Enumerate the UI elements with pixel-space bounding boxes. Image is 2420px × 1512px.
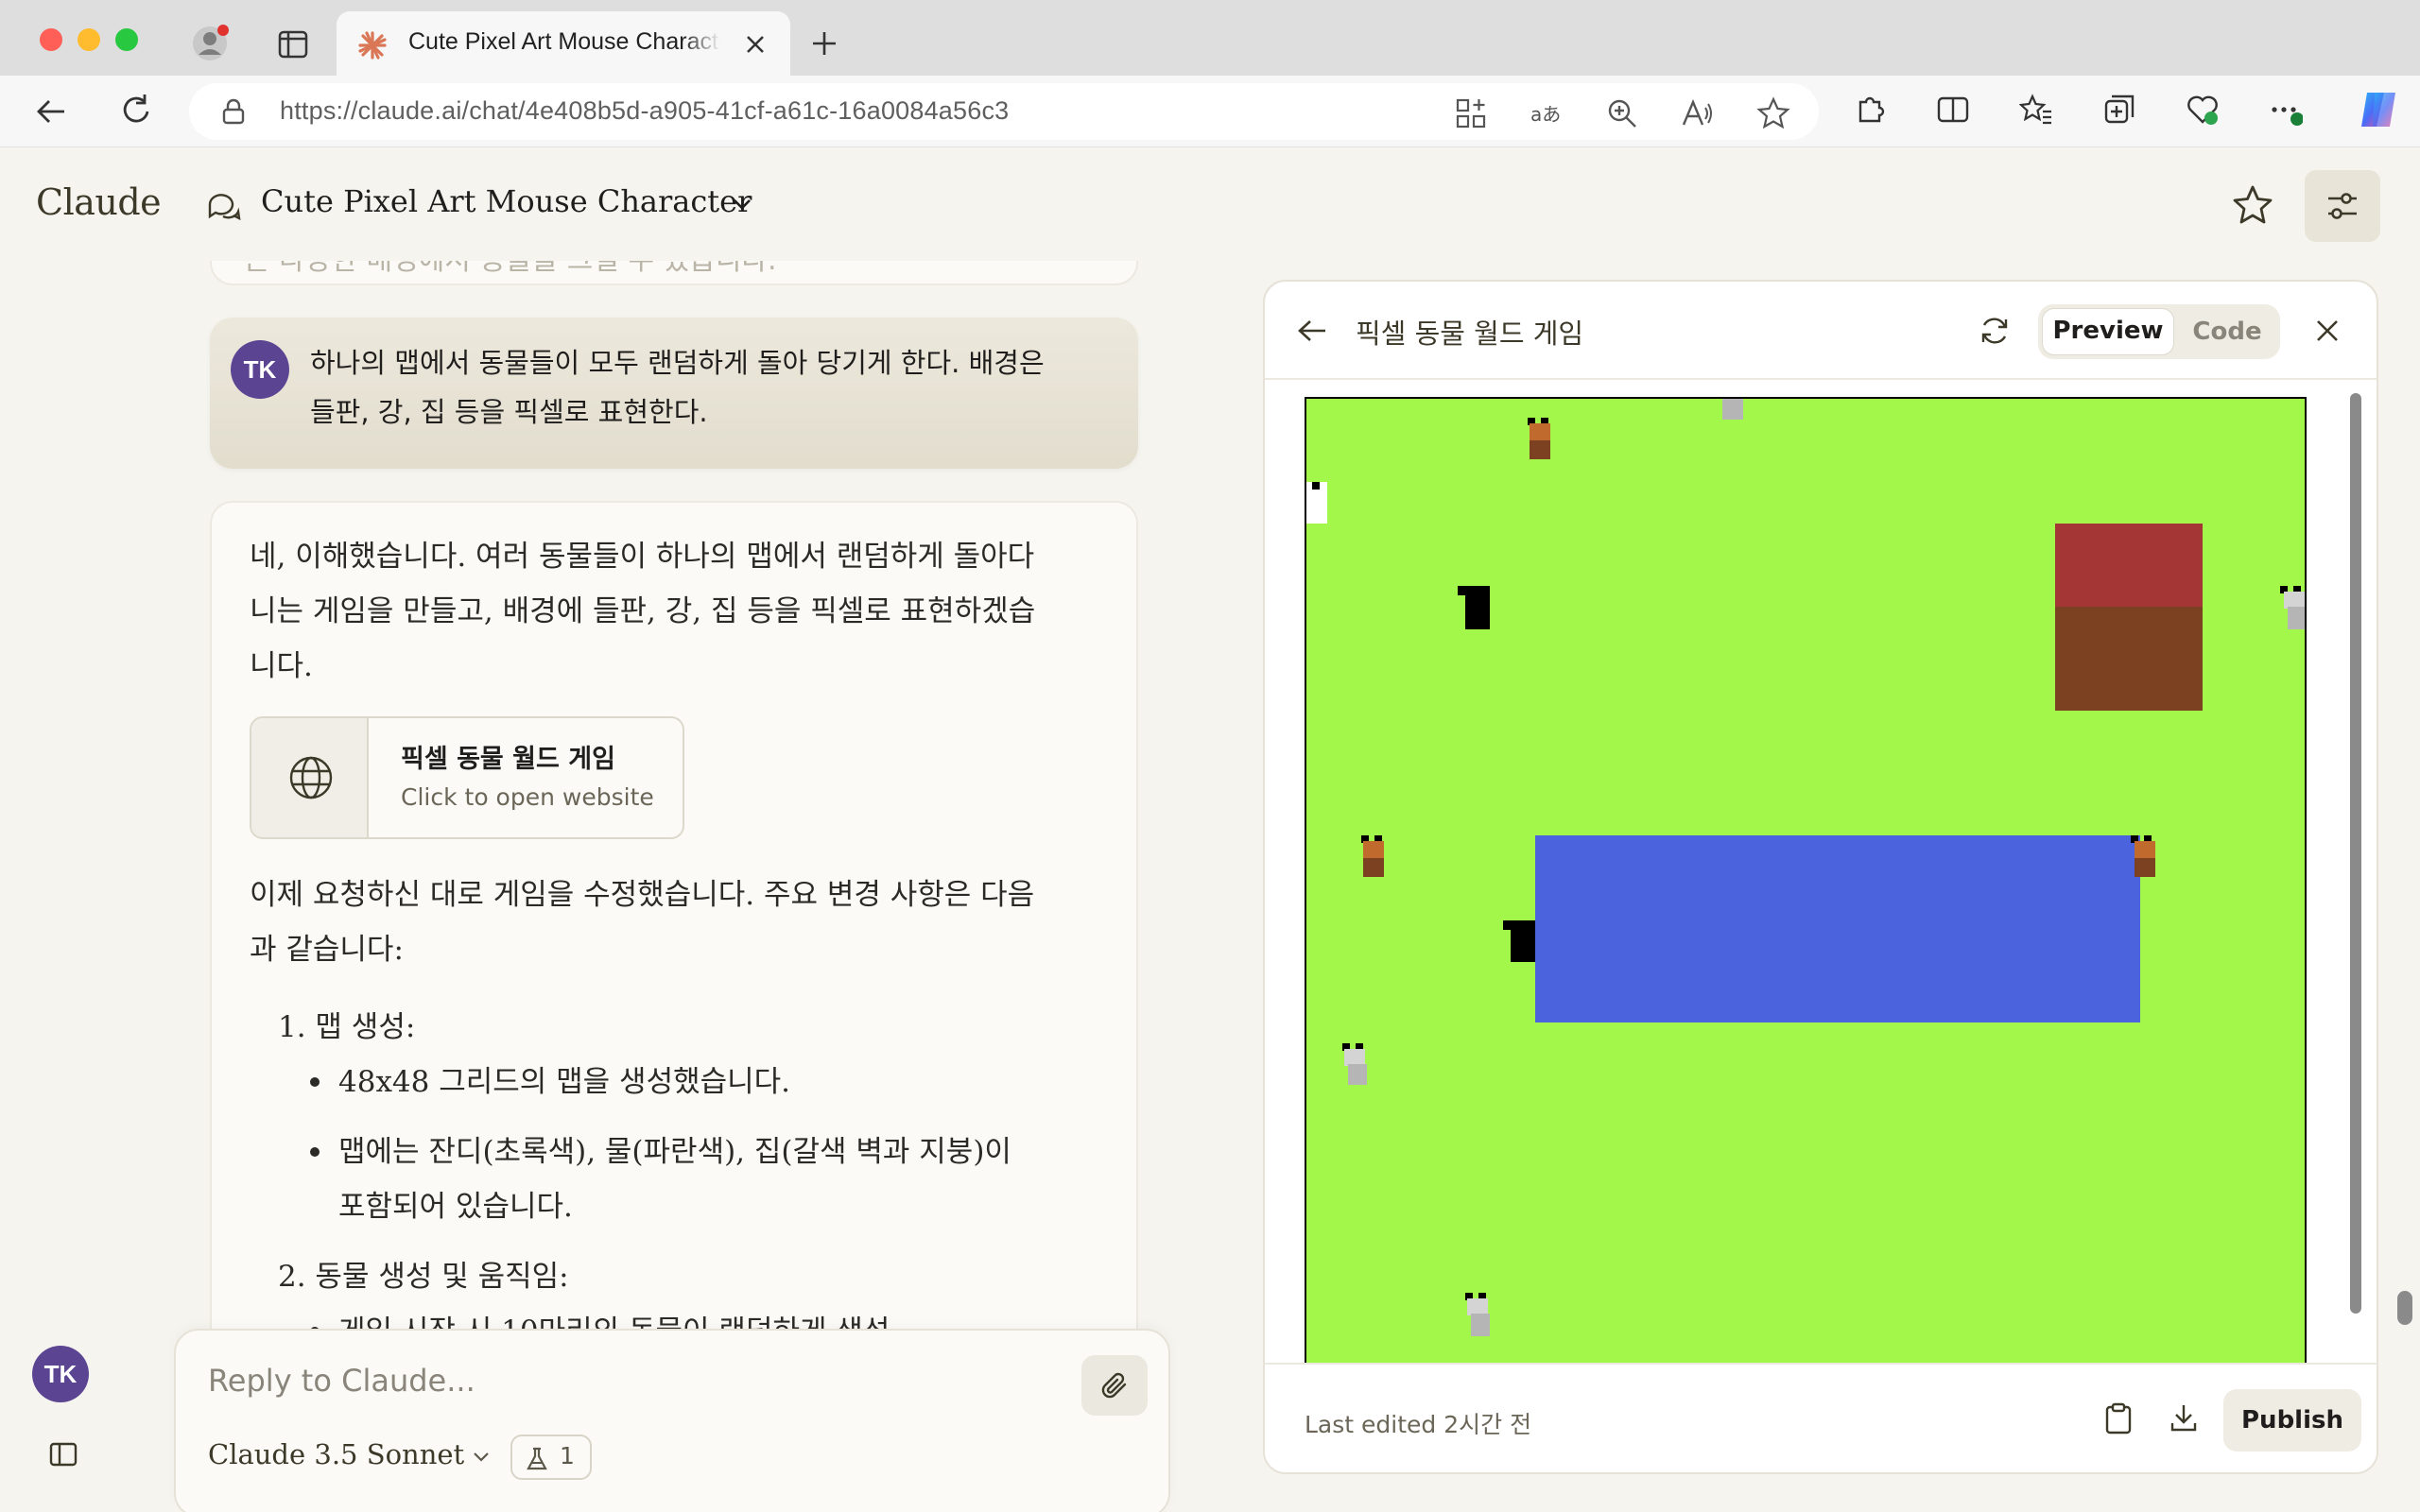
conversation-title[interactable]: Cute Pixel Art Mouse Character: [261, 183, 752, 219]
star-icon[interactable]: [2231, 183, 2274, 227]
close-icon[interactable]: [2314, 318, 2341, 344]
reply-input[interactable]: [208, 1363, 1021, 1399]
back-arrow-icon[interactable]: [1297, 318, 1327, 344]
animal-black: [1458, 586, 1490, 629]
window-maximize-button[interactable]: [115, 28, 138, 51]
profile-icon[interactable]: [189, 23, 231, 64]
copilot-icon[interactable]: [2356, 87, 2401, 132]
download-icon[interactable]: [2169, 1402, 2199, 1433]
tab-actions-icon[interactable]: [278, 30, 308, 59]
last-edited-text: Last edited 2시간 전: [1305, 1411, 1532, 1438]
apps-icon[interactable]: [1454, 96, 1488, 130]
reply-composer: Claude 3.5 Sonnet 1: [174, 1329, 1170, 1512]
step-label: 2. 동물 생성 및 움직임:: [278, 1260, 569, 1294]
tab-preview[interactable]: Preview: [2042, 308, 2174, 355]
svg-text:aあ: aあ: [1530, 103, 1561, 126]
list-item: 1. 맵 생성: 48x48 그리드의 맵을 생성했습니다. 맵에는 잔디(초록…: [278, 1000, 1044, 1234]
artifact-icon-box: [251, 718, 369, 837]
browser-tab-bar: Cute Pixel Art Mouse Character: [0, 0, 2420, 76]
more-icon[interactable]: [2269, 93, 2304, 127]
flask-icon: [527, 1447, 547, 1470]
user-message: TK 하나의 맵에서 동물들이 모두 랜덤하게 돌아 당기게 한다. 배경은 들…: [210, 318, 1138, 469]
sliders-icon: [2328, 193, 2357, 219]
artifact-panel-title: 픽셀 동물 월드 게임: [1356, 318, 1584, 350]
animal-white: [1306, 482, 1327, 524]
animal-brown: [1361, 835, 1384, 879]
chevron-down-icon[interactable]: [732, 197, 752, 212]
animal-brown: [2131, 835, 2155, 879]
claude-favicon-icon: [358, 31, 387, 60]
list-item: 맵에는 잔디(초록색), 물(파란색), 집(갈색 벽과 지붕)이 포함되어 있…: [310, 1125, 1044, 1234]
river: [1535, 835, 2140, 1022]
artifact-subtitle: Click to open website: [401, 783, 654, 811]
game-canvas[interactable]: [1305, 397, 2307, 1380]
artifact-panel: 픽셀 동물 월드 게임 Preview Code Last edited 2시간…: [1263, 280, 2378, 1474]
previous-message-text: 는 다양한 배경에서 동물을 그릴 수 있습니다.: [244, 261, 777, 278]
close-tab-icon[interactable]: [743, 32, 768, 57]
preview-scrollbar-thumb[interactable]: [2350, 393, 2361, 1314]
animal-black: [1503, 920, 1535, 962]
window-minimize-button[interactable]: [78, 28, 100, 51]
refresh-icon[interactable]: [1978, 314, 2012, 348]
chat-bubble-icon: [208, 194, 241, 221]
feature-count: 1: [560, 1442, 575, 1469]
step-label: 1. 맵 생성:: [278, 1010, 416, 1044]
artifact-panel-header: 픽셀 동물 월드 게임 Preview Code: [1265, 282, 2377, 380]
window-close-button[interactable]: [40, 28, 62, 51]
chat-settings-button[interactable]: [2305, 170, 2380, 242]
page-scrollbar-thumb[interactable]: [2397, 1291, 2412, 1325]
favorite-icon[interactable]: [1756, 96, 1790, 130]
change-list: 1. 맵 생성: 48x48 그리드의 맵을 생성했습니다. 맵에는 잔디(초록…: [278, 1000, 1044, 1359]
globe-icon: [289, 756, 333, 799]
house-wall: [2055, 607, 2203, 711]
user-message-avatar: TK: [231, 340, 289, 399]
user-message-text: 하나의 맵에서 동물들이 모두 랜덤하게 돌아 당기게 한다. 배경은 들판, …: [310, 347, 1045, 428]
tab-title: Cute Pixel Art Mouse Character: [408, 28, 720, 55]
address-bar[interactable]: https://claude.ai/chat/4e408b5d-a905-41c…: [189, 83, 1819, 140]
read-aloud-icon[interactable]: [1681, 96, 1715, 130]
preview-scrollbar[interactable]: [2348, 387, 2363, 1348]
split-screen-icon[interactable]: [1936, 93, 1970, 127]
tab-code[interactable]: Code: [2180, 308, 2274, 355]
attach-button[interactable]: [1081, 1355, 1148, 1416]
claude-logo[interactable]: Claude: [36, 181, 162, 223]
assistant-intro: 네, 이해했습니다. 여러 동물들이 하나의 맵에서 랜덤하게 돌아다니는 게임…: [250, 540, 1036, 683]
view-toggle: Preview Code: [2038, 304, 2280, 359]
claude-app: Claude Cute Pixel Art Mouse Character TK…: [8, 147, 2420, 1512]
collections-icon[interactable]: [2102, 93, 2136, 127]
model-selector[interactable]: Claude 3.5 Sonnet: [208, 1438, 491, 1470]
animal-brown: [1528, 418, 1550, 461]
previous-message: 는 다양한 배경에서 동물을 그릴 수 있습니다.: [210, 261, 1138, 285]
extensions-icon[interactable]: [1853, 93, 1887, 127]
paperclip-icon: [1101, 1372, 1127, 1399]
artifact-card[interactable]: 픽셀 동물 월드 게임 Click to open website: [250, 716, 684, 839]
chat-column: 는 다양한 배경에서 동물을 그릴 수 있습니다. TK 하나의 맵에서 동물들…: [8, 261, 1265, 1512]
url-text[interactable]: https://claude.ai/chat/4e408b5d-a905-41c…: [280, 96, 1009, 126]
publish-button[interactable]: Publish: [2223, 1389, 2361, 1452]
translate-icon[interactable]: aあ: [1530, 96, 1564, 130]
favorites-icon[interactable]: [2018, 93, 2053, 127]
clipboard-icon[interactable]: [2104, 1402, 2133, 1435]
animal-gray: [1465, 1293, 1490, 1336]
browser-essentials-icon[interactable]: [2186, 93, 2220, 127]
animal-gray: [1722, 399, 1743, 420]
assistant-summary: 이제 요청하신 대로 게임을 수정했습니다. 주요 변경 사항은 다음과 같습니…: [250, 878, 1035, 967]
lock-icon[interactable]: [221, 98, 246, 125]
zoom-icon[interactable]: [1605, 96, 1639, 130]
browser-tab-active[interactable]: Cute Pixel Art Mouse Character: [337, 11, 790, 76]
artifact-title: 픽셀 동물 월드 게임: [401, 745, 615, 774]
feature-preview-button[interactable]: 1: [510, 1435, 592, 1480]
list-item: 48x48 그리드의 맵을 생성했습니다.: [310, 1055, 1044, 1109]
browser-toolbar-right: [1853, 93, 2304, 127]
reload-icon[interactable]: [119, 93, 153, 129]
chevron-down-icon: [474, 1452, 489, 1462]
house-roof: [2055, 524, 2203, 607]
animal-gray: [2280, 586, 2305, 629]
artifact-preview: [1265, 380, 2377, 1380]
animal-gray: [1342, 1043, 1367, 1087]
artifact-panel-footer: Last edited 2시간 전 Publish: [1265, 1363, 2377, 1472]
new-tab-icon[interactable]: [809, 28, 839, 59]
back-icon[interactable]: [34, 94, 68, 129]
model-name: Claude 3.5 Sonnet: [208, 1438, 465, 1470]
